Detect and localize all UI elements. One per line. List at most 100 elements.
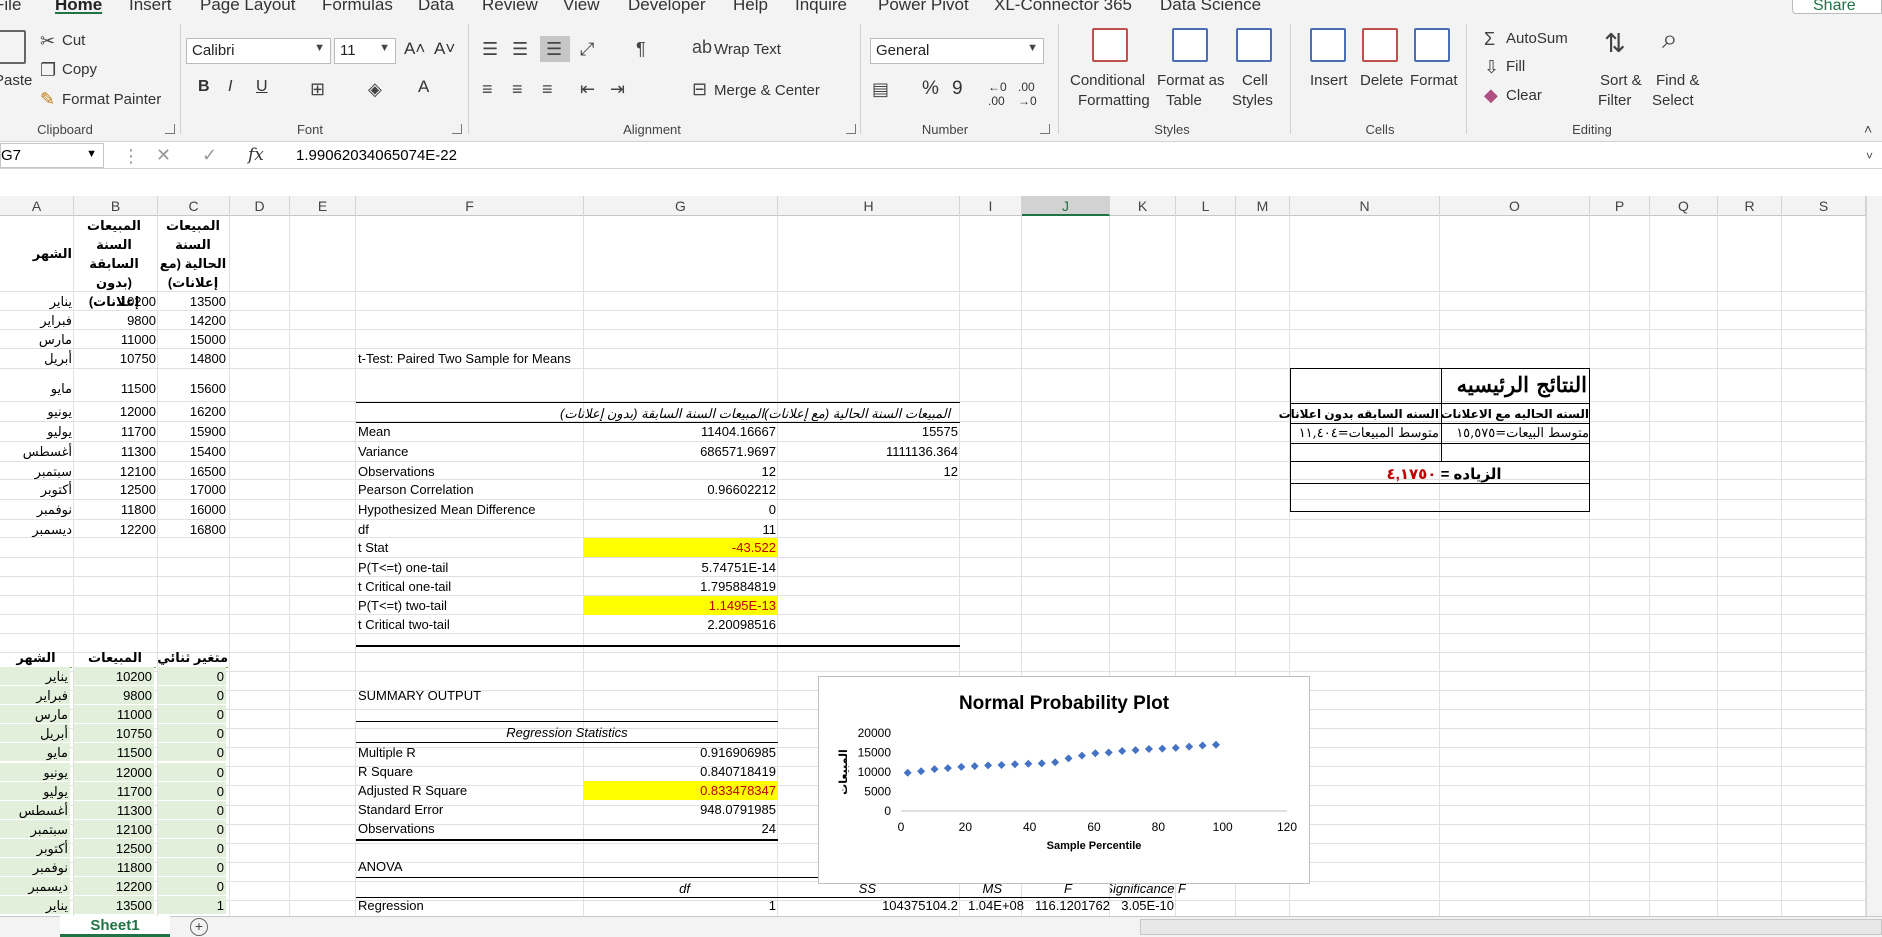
ttest-label[interactable]: Observations bbox=[358, 462, 435, 481]
align-middle-icon[interactable]: ☰ bbox=[512, 40, 528, 58]
t2-dummy-cell[interactable]: 0 bbox=[158, 724, 226, 743]
summary-value[interactable]: 0.833478347 bbox=[584, 781, 778, 801]
sort-filter-label2[interactable]: Filter bbox=[1598, 92, 1631, 109]
t1-curr-cell[interactable]: 16200 bbox=[158, 402, 226, 421]
t1-prev-cell[interactable]: 9800 bbox=[74, 311, 156, 330]
t2-dummy-cell[interactable]: 0 bbox=[158, 838, 226, 857]
t2-dummy-cell[interactable]: 0 bbox=[158, 819, 226, 838]
find-select-label2[interactable]: Select bbox=[1652, 92, 1694, 109]
t2-month-cell[interactable]: يونيو bbox=[0, 762, 70, 781]
ttest-value1[interactable]: -43.522 bbox=[584, 538, 778, 557]
t1-prev-cell[interactable]: 11700 bbox=[74, 422, 156, 441]
ttest-value1[interactable]: 5.74751E-14 bbox=[584, 558, 778, 577]
t1-month-header[interactable]: الشهر bbox=[0, 244, 72, 263]
summary-value[interactable]: 0.840718419 bbox=[584, 762, 778, 781]
summary-label[interactable]: R Square bbox=[358, 762, 413, 781]
delete-cells-icon[interactable] bbox=[1362, 28, 1398, 62]
summary-label[interactable]: Adjusted R Square bbox=[358, 781, 467, 800]
t2-dummy-cell[interactable]: 0 bbox=[158, 800, 226, 819]
anova-regression-sig[interactable]: 3.05E-10 bbox=[1112, 896, 1174, 915]
column-header-e[interactable]: E bbox=[290, 196, 356, 216]
t1-curr-cell[interactable]: 15900 bbox=[158, 422, 226, 441]
increase-indent-icon[interactable]: ⇥ bbox=[610, 80, 625, 98]
tab-xl-connector[interactable]: XL-Connector 365 bbox=[994, 0, 1132, 14]
t1-month-cell[interactable]: ديسمبر bbox=[0, 520, 72, 539]
column-header-p[interactable]: P bbox=[1590, 196, 1650, 216]
results-title[interactable]: النتائج الرئيسيه bbox=[1443, 372, 1587, 398]
results-h2[interactable]: السنه السابقه بدون اعلانات bbox=[1279, 405, 1439, 424]
tab-view[interactable]: View bbox=[563, 0, 600, 14]
column-header-k[interactable]: K bbox=[1110, 196, 1176, 216]
tab-inquire[interactable]: Inquire bbox=[795, 0, 847, 14]
column-header-q[interactable]: Q bbox=[1650, 196, 1718, 216]
t1-prev-cell[interactable]: 10200 bbox=[74, 292, 156, 311]
tab-page-layout[interactable]: Page Layout bbox=[200, 0, 295, 14]
summary-value[interactable]: 24 bbox=[584, 819, 778, 838]
t1-month-cell[interactable]: فبراير bbox=[0, 311, 72, 330]
t1-month-cell[interactable]: أبريل bbox=[0, 349, 72, 368]
ttest-value1[interactable]: 11404.16667 bbox=[584, 422, 778, 441]
worksheet-grid[interactable]: الشهر المبيعات السنة السابقة (بدون إعلان… bbox=[0, 216, 1866, 916]
t1-month-cell[interactable]: يونيو bbox=[0, 402, 72, 421]
t2-sales-cell[interactable]: 12100 bbox=[74, 819, 154, 838]
t1-curr-cell[interactable]: 13500 bbox=[158, 292, 226, 311]
t2-sales-header[interactable]: المبيعات bbox=[74, 648, 156, 668]
t1-month-cell[interactable]: مارس bbox=[0, 330, 72, 349]
collapse-ribbon-icon[interactable]: ˄ bbox=[1864, 120, 1872, 138]
cell-styles-button[interactable]: Cell bbox=[1242, 72, 1268, 89]
italic-button[interactable]: I bbox=[228, 78, 232, 96]
copy-button[interactable]: Copy bbox=[62, 61, 97, 78]
summary-value[interactable]: 948.0791985 bbox=[584, 800, 778, 819]
t2-dummy-cell[interactable]: 0 bbox=[158, 667, 226, 685]
column-header-i[interactable]: I bbox=[960, 196, 1022, 216]
text-direction-icon[interactable]: ¶ bbox=[636, 40, 646, 58]
t2-sales-cell[interactable]: 11800 bbox=[74, 858, 154, 876]
format-as-table-button[interactable]: Format as bbox=[1157, 72, 1225, 89]
comma-style-button[interactable]: 9 bbox=[952, 78, 963, 100]
t1-curr-cell[interactable]: 16800 bbox=[158, 520, 226, 539]
t2-month-cell[interactable]: يوليو bbox=[0, 781, 70, 800]
ttest-label[interactable]: P(T<=t) two-tail bbox=[358, 596, 447, 615]
t2-month-cell[interactable]: نوفمبر bbox=[0, 858, 70, 876]
t1-prev-cell[interactable]: 12000 bbox=[74, 402, 156, 421]
sort-filter-icon[interactable]: ⇅ bbox=[1604, 30, 1626, 56]
t1-month-cell[interactable]: يناير bbox=[0, 292, 72, 311]
anova-regression-ms[interactable]: 1.04E+08 bbox=[960, 896, 1024, 915]
font-size-combo[interactable]: 11 ▼ bbox=[334, 38, 396, 64]
t2-sales-cell[interactable]: 12200 bbox=[74, 877, 154, 896]
column-header-f[interactable]: F bbox=[356, 196, 584, 216]
ttest-value2[interactable]: 12 bbox=[778, 462, 958, 481]
summary-label[interactable]: Multiple R bbox=[358, 743, 416, 762]
column-header-s[interactable]: S bbox=[1782, 196, 1866, 216]
column-header-r[interactable]: R bbox=[1718, 196, 1782, 216]
column-header-d[interactable]: D bbox=[230, 196, 290, 216]
ttest-value2[interactable]: 1111136.364 bbox=[778, 442, 958, 461]
column-header-g[interactable]: G bbox=[584, 196, 778, 216]
t1-prev-cell[interactable]: 11800 bbox=[74, 500, 156, 519]
insert-cells-button[interactable]: Insert bbox=[1310, 72, 1348, 89]
number-format-combo[interactable]: General ▼ bbox=[870, 38, 1044, 64]
t2-month-cell[interactable]: مايو bbox=[0, 743, 70, 762]
t2-month-cell[interactable]: سبتمبر bbox=[0, 819, 70, 838]
merge-center-button[interactable]: Merge & Center bbox=[714, 82, 820, 99]
underline-button[interactable]: U bbox=[256, 78, 268, 96]
t1-month-cell[interactable]: مايو bbox=[0, 379, 72, 398]
t2-dummy-header[interactable]: متغير ثنائي bbox=[157, 648, 228, 668]
ttest-label[interactable]: P(T<=t) one-tail bbox=[358, 558, 448, 577]
summary-label[interactable]: Standard Error bbox=[358, 800, 443, 819]
decrease-font-icon[interactable]: A˅ bbox=[434, 39, 455, 59]
align-bottom-icon[interactable]: ☰ bbox=[540, 36, 570, 62]
paste-button[interactable]: Paste bbox=[0, 72, 32, 89]
column-header-b[interactable]: B bbox=[74, 196, 158, 216]
t2-sales-cell[interactable]: 10750 bbox=[74, 724, 154, 743]
t2-sales-cell[interactable]: 12500 bbox=[74, 838, 154, 857]
t2-sales-cell[interactable]: 11000 bbox=[74, 705, 154, 724]
t2-sales-cell[interactable]: 11300 bbox=[74, 800, 154, 819]
tab-developer[interactable]: Developer bbox=[628, 0, 706, 14]
results-v2[interactable]: متوسط المبيعات=١١,٤٠٤ bbox=[1293, 424, 1439, 443]
bold-button[interactable]: B bbox=[198, 78, 210, 96]
tab-file[interactable]: File bbox=[0, 0, 21, 14]
decrease-indent-icon[interactable]: ⇤ bbox=[580, 80, 595, 98]
ttest-label[interactable]: t Stat bbox=[358, 538, 388, 557]
cell-styles-icon[interactable] bbox=[1236, 28, 1272, 62]
